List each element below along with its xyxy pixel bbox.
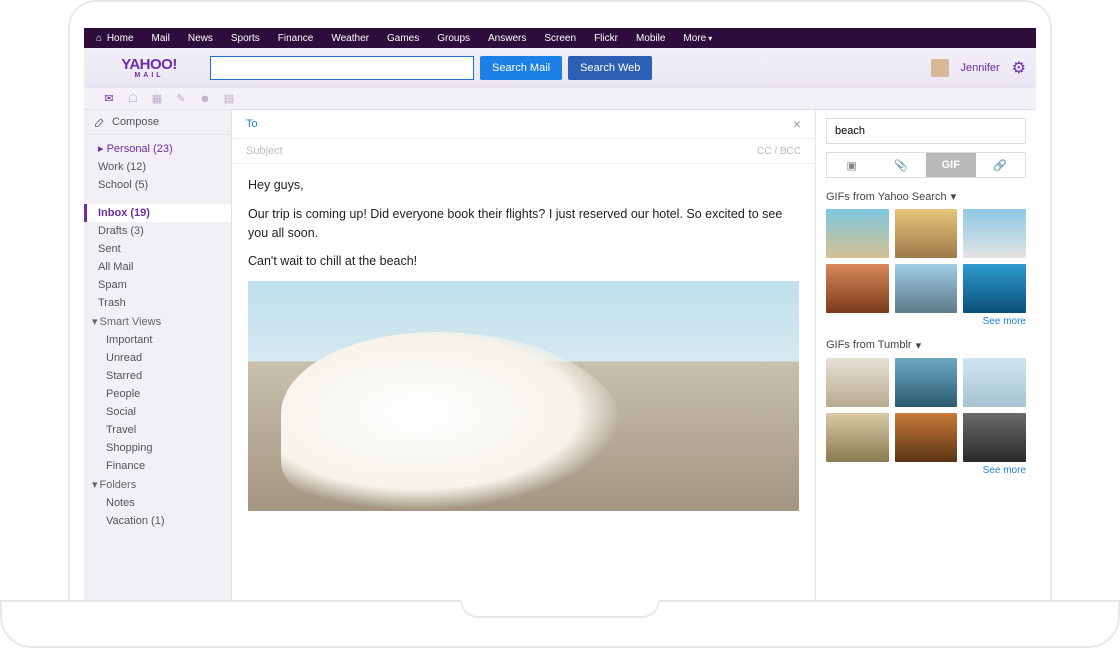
notepad-app-icon[interactable]: ✎: [174, 92, 188, 106]
see-more-yahoo[interactable]: See more: [826, 316, 1026, 327]
to-label: To: [246, 118, 258, 130]
gif-thumb[interactable]: [826, 209, 889, 258]
see-more-tumblr[interactable]: See more: [826, 465, 1026, 476]
gif-thumb[interactable]: [895, 209, 958, 258]
calendar-app-icon[interactable]: ▦: [150, 92, 164, 106]
gif-rail: ▣ 📎 GIF 🔗 GIFs from Yahoo Search ▾ See m…: [816, 110, 1036, 646]
nav-weather[interactable]: Weather: [331, 33, 369, 44]
search-input[interactable]: [210, 56, 474, 80]
sidebar-folder-notes[interactable]: Notes: [84, 494, 231, 512]
sidebar-item-spam[interactable]: Spam: [84, 276, 231, 294]
gif-thumb[interactable]: [963, 358, 1026, 407]
subject-placeholder: Subject: [246, 145, 283, 157]
to-field-row[interactable]: To ×: [232, 110, 815, 139]
nav-flickr[interactable]: Flickr: [594, 33, 618, 44]
rail-section-tumblr[interactable]: GIFs from Tumblr ▾: [826, 339, 1026, 352]
contacts-app-icon[interactable]: ☖: [126, 92, 140, 106]
rail-tab-gif[interactable]: GIF: [926, 153, 976, 177]
gif-search-input[interactable]: [826, 118, 1026, 144]
compose-pane: To × Subject CC / BCC Hey guys, Our trip…: [232, 110, 816, 646]
inline-image[interactable]: [248, 281, 799, 511]
sidebar-item-sent[interactable]: Sent: [84, 240, 231, 258]
compose-body[interactable]: Hey guys, Our trip is coming up! Did eve…: [232, 164, 815, 610]
nav-mail[interactable]: Mail: [152, 33, 170, 44]
gif-thumb[interactable]: [826, 358, 889, 407]
avatar[interactable]: [931, 59, 949, 77]
sidebar-sv-social[interactable]: Social: [84, 403, 231, 421]
body-line: Can't wait to chill at the beach!: [248, 252, 799, 271]
sidebar-head-smartviews[interactable]: ▾Smart Views: [84, 312, 231, 331]
yahoo-top-nav: ⌂ Home Mail News Sports Finance Weather …: [84, 28, 1036, 48]
nav-news[interactable]: News: [188, 33, 213, 44]
link-icon: 🔗: [993, 159, 1007, 172]
yahoo-mail-logo: YAHOO!MAIL: [94, 57, 204, 79]
sidebar-item-personal[interactable]: ▸ Personal (23): [84, 139, 231, 158]
gif-thumb[interactable]: [895, 358, 958, 407]
rail-section-yahoo[interactable]: GIFs from Yahoo Search ▾: [826, 190, 1026, 203]
sidebar: Compose ▸ Personal (23) Work (12) School…: [84, 110, 232, 646]
chevron-down-icon: ▾: [92, 478, 98, 491]
nav-sports[interactable]: Sports: [231, 33, 260, 44]
rail-tab-image[interactable]: ▣: [827, 153, 877, 177]
gif-thumb[interactable]: [963, 264, 1026, 313]
sidebar-item-school[interactable]: School (5): [84, 176, 231, 194]
close-icon[interactable]: ×: [793, 116, 801, 132]
body-line: Hey guys,: [248, 176, 799, 195]
news-app-icon[interactable]: ▤: [222, 92, 236, 106]
nav-home[interactable]: ⌂ Home: [96, 33, 134, 44]
image-icon: ▣: [847, 159, 857, 172]
sidebar-folder-vacation[interactable]: Vacation (1): [84, 512, 231, 530]
sidebar-sv-important[interactable]: Important: [84, 331, 231, 349]
sidebar-item-trash[interactable]: Trash: [84, 294, 231, 312]
nav-games[interactable]: Games: [387, 33, 419, 44]
sidebar-item-drafts[interactable]: Drafts (3): [84, 222, 231, 240]
paperclip-icon: 📎: [894, 159, 908, 172]
gif-rail-tabs: ▣ 📎 GIF 🔗: [826, 152, 1026, 178]
rail-tab-link[interactable]: 🔗: [976, 153, 1026, 177]
gif-thumb[interactable]: [826, 264, 889, 313]
search-web-button[interactable]: Search Web: [568, 56, 652, 80]
gear-icon[interactable]: ⚙: [1012, 58, 1026, 78]
messenger-app-icon[interactable]: ☻: [198, 92, 212, 106]
rail-tab-attach[interactable]: 📎: [877, 153, 927, 177]
gif-thumb[interactable]: [963, 413, 1026, 462]
search-mail-button[interactable]: Search Mail: [480, 56, 562, 80]
body-line: Our trip is coming up! Did everyone book…: [248, 205, 799, 243]
sidebar-sv-starred[interactable]: Starred: [84, 367, 231, 385]
gif-thumb[interactable]: [963, 209, 1026, 258]
username-label[interactable]: Jennifer: [961, 62, 1000, 74]
nav-finance[interactable]: Finance: [278, 33, 314, 44]
cc-bcc-toggle[interactable]: CC / BCC: [757, 146, 801, 157]
app-icon-strip: ✉ ☖ ▦ ✎ ☻ ▤: [84, 88, 1036, 110]
sidebar-item-allmail[interactable]: All Mail: [84, 258, 231, 276]
home-icon: ⌂: [96, 33, 102, 44]
nav-more[interactable]: More▾: [683, 33, 712, 44]
chevron-down-icon: ▾: [951, 190, 957, 203]
chevron-down-icon: ▾: [92, 315, 98, 328]
nav-mobile[interactable]: Mobile: [636, 33, 665, 44]
chevron-down-icon: ▾: [916, 339, 922, 352]
chevron-down-icon: ▾: [708, 34, 712, 43]
sidebar-item-inbox[interactable]: Inbox (19): [84, 204, 231, 222]
subject-field-row[interactable]: Subject CC / BCC: [232, 139, 815, 164]
gif-thumb[interactable]: [895, 413, 958, 462]
compose-button[interactable]: Compose: [84, 110, 231, 135]
sidebar-sv-unread[interactable]: Unread: [84, 349, 231, 367]
nav-answers[interactable]: Answers: [488, 33, 526, 44]
nav-groups[interactable]: Groups: [437, 33, 470, 44]
pencil-icon: [94, 116, 106, 128]
nav-screen[interactable]: Screen: [544, 33, 576, 44]
sidebar-sv-finance[interactable]: Finance: [84, 457, 231, 475]
sidebar-sv-shopping[interactable]: Shopping: [84, 439, 231, 457]
sidebar-item-work[interactable]: Work (12): [84, 158, 231, 176]
sidebar-sv-people[interactable]: People: [84, 385, 231, 403]
gif-thumb[interactable]: [826, 413, 889, 462]
gif-thumb[interactable]: [895, 264, 958, 313]
header-bar: YAHOO!MAIL Search Mail Search Web Jennif…: [84, 48, 1036, 88]
mail-app-icon[interactable]: ✉: [102, 92, 116, 106]
sidebar-head-folders[interactable]: ▾Folders: [84, 475, 231, 494]
sidebar-sv-travel[interactable]: Travel: [84, 421, 231, 439]
